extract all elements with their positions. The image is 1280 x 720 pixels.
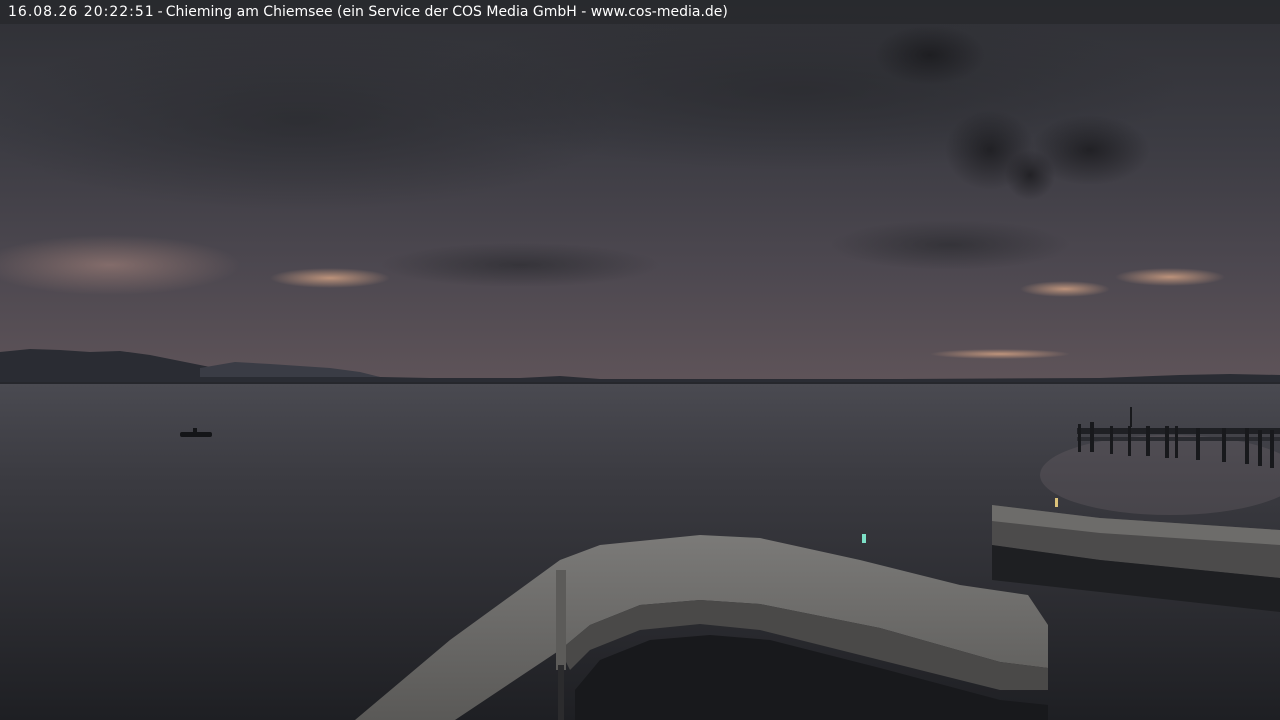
sky-glow-horizon <box>930 349 1070 359</box>
sky-glow-mid <box>270 268 390 288</box>
webcam-title: Chieming am Chiemsee (ein Service der CO… <box>165 4 728 20</box>
timestamp: 16.08.26 20:22:51 <box>8 4 155 20</box>
webcam-image <box>0 0 1280 720</box>
webcam-caption-bar: 16.08.26 20:22:51- Chieming am Chiemsee (… <box>0 0 1280 24</box>
lens-smudge-1 <box>875 25 985 85</box>
sky-glow-right-2 <box>1115 268 1225 286</box>
sky-glow-right-1 <box>1020 281 1110 297</box>
caption-separator: - <box>157 4 163 20</box>
boat-person <box>193 428 197 433</box>
lens-smudge-4 <box>1005 150 1055 200</box>
cloud-dark-4 <box>380 243 660 287</box>
webcam-frame: 16.08.26 20:22:51- Chieming am Chiemsee (… <box>0 0 1280 720</box>
cloud-dark-3 <box>830 220 1070 270</box>
